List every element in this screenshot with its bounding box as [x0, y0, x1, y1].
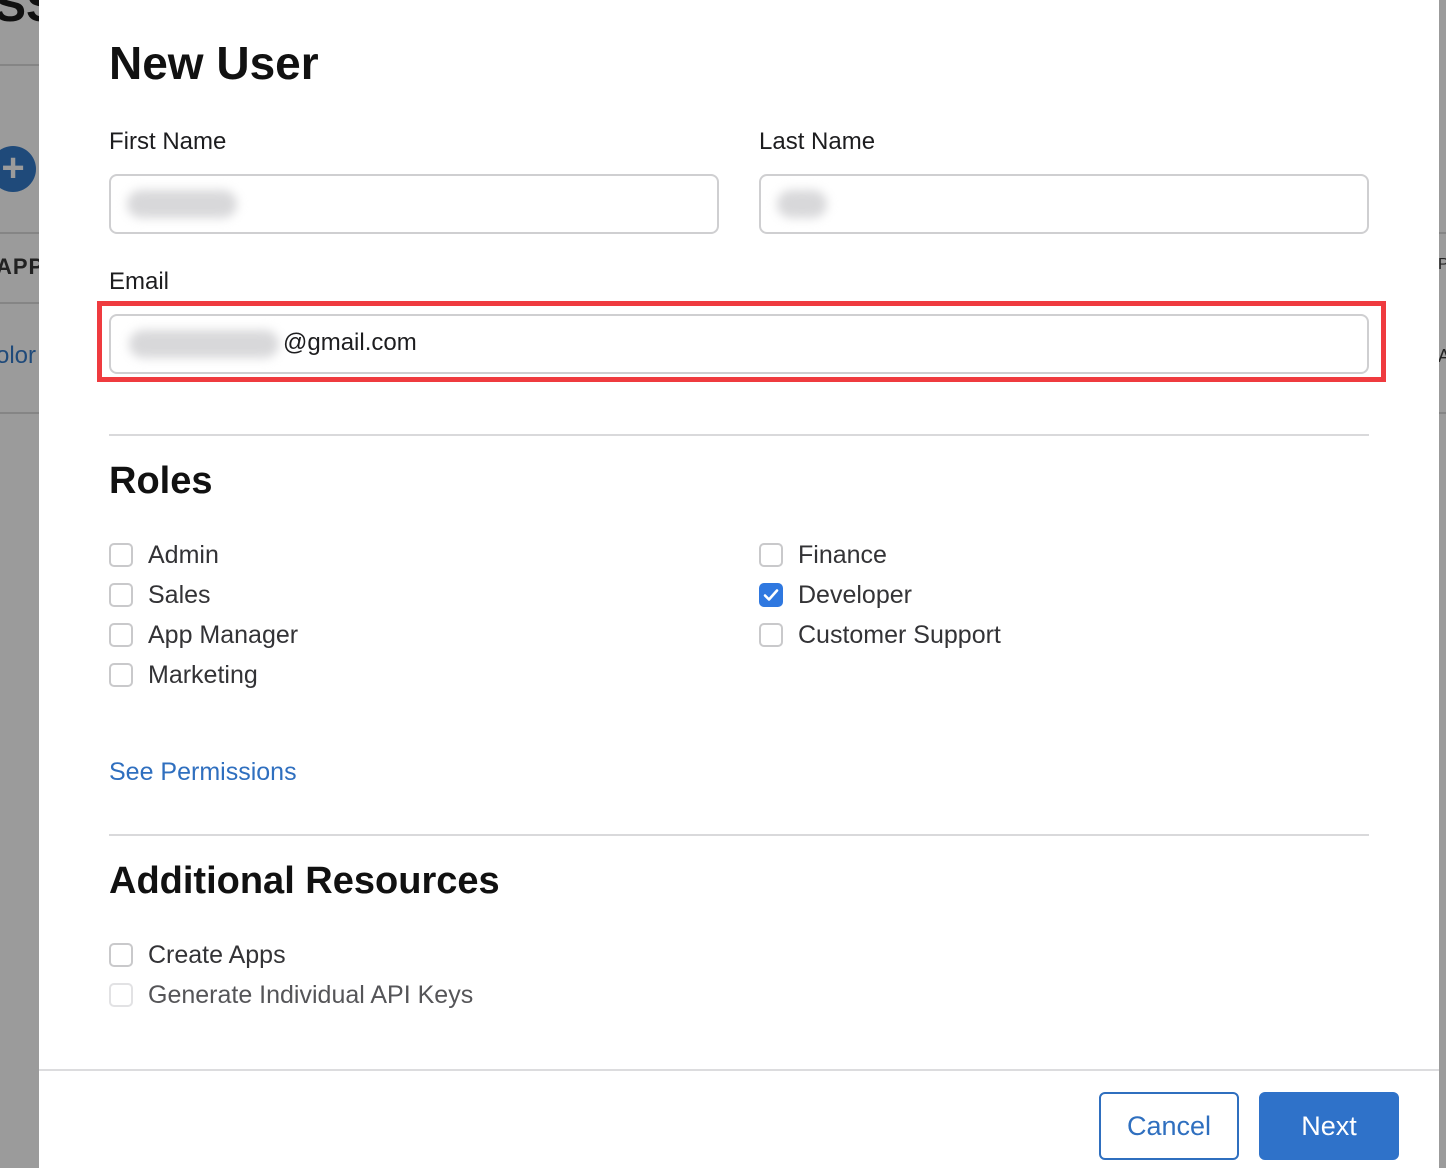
footer-divider [39, 1069, 1439, 1071]
cancel-button[interactable]: Cancel [1099, 1092, 1239, 1160]
role-sales[interactable]: Sales [109, 578, 211, 612]
resource-create-apps[interactable]: Create Apps [109, 938, 286, 972]
background-divider [0, 64, 40, 66]
role-developer[interactable]: Developer [759, 578, 912, 612]
role-sales-checkbox[interactable] [109, 583, 133, 607]
role-marketing-label: Marketing [148, 660, 258, 689]
resource-generate-api-keys: Generate Individual API Keys [109, 978, 473, 1012]
role-developer-checkbox[interactable] [759, 583, 783, 607]
plus-circle-icon[interactable]: + [0, 146, 36, 192]
email-label: Email [109, 268, 170, 295]
role-admin-checkbox[interactable] [109, 543, 133, 567]
additional-resources-title: Additional Resources [109, 860, 500, 902]
see-permissions-link[interactable]: See Permissions [109, 758, 297, 787]
generate-api-keys-label: Generate Individual API Keys [148, 980, 474, 1009]
generate-api-keys-checkbox [109, 983, 133, 1007]
role-app-manager-checkbox[interactable] [109, 623, 133, 647]
next-button[interactable]: Next [1259, 1092, 1399, 1160]
role-admin-label: Admin [148, 540, 219, 569]
role-customer-support[interactable]: Customer Support [759, 618, 1001, 652]
role-marketing-checkbox[interactable] [109, 663, 133, 687]
roles-section-title: Roles [109, 460, 213, 502]
first-name-label: First Name [109, 128, 227, 155]
modal-title: New User [109, 37, 319, 89]
redacted-first-name [127, 190, 237, 218]
last-name-label: Last Name [759, 128, 876, 155]
role-marketing[interactable]: Marketing [109, 658, 258, 692]
role-app-manager-label: App Manager [148, 620, 299, 649]
role-finance[interactable]: Finance [759, 538, 887, 572]
background-right-column-header: P [1438, 256, 1446, 273]
role-sales-label: Sales [148, 580, 211, 609]
first-name-input[interactable] [109, 174, 719, 234]
checkmark-icon [763, 589, 779, 601]
role-developer-label: Developer [798, 580, 912, 609]
create-apps-checkbox[interactable] [109, 943, 133, 967]
role-admin[interactable]: Admin [109, 538, 219, 572]
last-name-input[interactable] [759, 174, 1369, 234]
background-divider [0, 302, 40, 304]
redacted-last-name [777, 190, 827, 218]
new-user-modal: New User First Name Last Name Email @gma… [39, 0, 1439, 1168]
background-divider [0, 232, 40, 234]
role-customer-support-label: Customer Support [798, 620, 1001, 649]
role-finance-label: Finance [798, 540, 887, 569]
background-divider [1438, 232, 1446, 234]
role-customer-support-checkbox[interactable] [759, 623, 783, 647]
background-divider [1438, 412, 1446, 414]
role-app-manager[interactable]: App Manager [109, 618, 298, 652]
section-divider [109, 434, 1369, 436]
background-divider [0, 412, 40, 414]
section-divider [109, 834, 1369, 836]
create-apps-label: Create Apps [148, 940, 286, 969]
email-highlight-annotation [97, 301, 1386, 382]
background-row-link[interactable]: olor [0, 342, 36, 370]
background-right-cell: A [1438, 346, 1446, 366]
role-finance-checkbox[interactable] [759, 543, 783, 567]
